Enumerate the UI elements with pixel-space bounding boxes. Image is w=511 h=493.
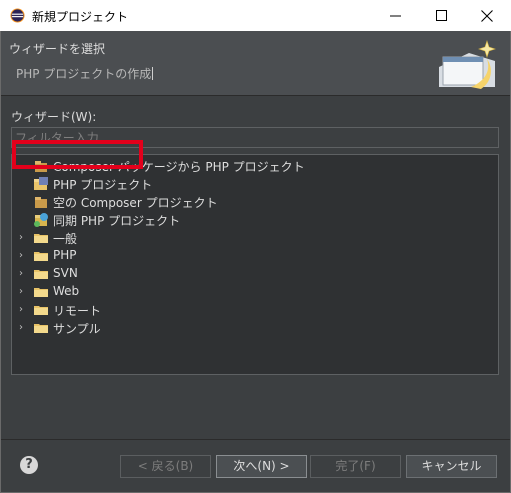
chevron-right-icon[interactable]: › (19, 268, 29, 280)
wizard-description: PHP プロジェクトの作成 (16, 65, 154, 82)
tree-item-label: PHP (53, 248, 77, 262)
composer-project-icon (35, 197, 47, 208)
tree-item-label: サンプル (53, 322, 101, 336)
next-button[interactable]: 次へ(N) > (216, 455, 307, 478)
wizard-banner-icon (439, 40, 496, 89)
wizard-description-text: PHP プロジェクトの作成 (16, 67, 152, 81)
tree-item-label: Web (53, 284, 80, 298)
chevron-right-icon[interactable]: › (19, 232, 29, 244)
minimize-button[interactable] (372, 0, 418, 31)
new-project-dialog: ウィザードを選択 PHP プロジェクトの作成 ウィザード(W): Compose… (0, 31, 511, 493)
footer-separator (1, 439, 510, 440)
tree-item-svn[interactable]: › SVN (12, 265, 498, 283)
help-button[interactable]: ? (20, 456, 38, 474)
chevron-right-icon[interactable]: › (19, 250, 29, 262)
tree-item-label: PHP プロジェクト (53, 178, 153, 192)
back-button[interactable]: < 戻る(B) (120, 455, 211, 478)
folder-icon (34, 252, 48, 261)
close-button[interactable] (464, 0, 510, 31)
chevron-right-icon[interactable]: › (19, 304, 29, 316)
folder-icon (34, 288, 48, 297)
wizard-title: ウィザードを選択 (9, 42, 106, 56)
maximize-button[interactable] (418, 0, 464, 31)
minimize-icon (389, 15, 401, 17)
highlight-annotation (12, 140, 143, 169)
tree-item-samples[interactable]: › サンプル (12, 319, 498, 337)
tree-item-label: リモート (53, 304, 102, 318)
tree-item-php[interactable]: › PHP (12, 247, 498, 265)
window-title: 新規プロジェクト (32, 10, 129, 24)
folder-icon (34, 324, 48, 333)
tree-item-general[interactable]: › 一般 (12, 229, 498, 247)
tree-item-label: 空の Composer プロジェクト (53, 196, 218, 210)
tree-item-php-project[interactable]: PHP プロジェクト (12, 175, 498, 193)
chevron-right-icon[interactable]: › (19, 322, 29, 334)
finish-button[interactable]: 完了(F) (310, 455, 401, 478)
tree-item-remote[interactable]: › リモート (12, 301, 498, 319)
tree-item-label: SVN (53, 266, 78, 280)
text-caret (152, 67, 154, 80)
eclipse-app-icon (10, 8, 25, 23)
tree-item-label: 一般 (53, 232, 78, 246)
wizard-tree[interactable]: Composer パッケージから PHP プロジェクト PHP プロジェクト 空… (11, 154, 499, 375)
folder-icon (34, 270, 48, 279)
cancel-button[interactable]: キャンセル (406, 455, 497, 478)
folder-icon (34, 306, 48, 315)
chevron-right-icon[interactable]: › (19, 286, 29, 298)
tree-item-web[interactable]: › Web (12, 283, 498, 301)
tree-item-empty-composer-project[interactable]: 空の Composer プロジェクト (12, 193, 498, 211)
folder-icon (34, 234, 48, 243)
wizard-header: ウィザードを選択 PHP プロジェクトの作成 (1, 31, 510, 95)
header-separator (1, 95, 510, 96)
close-icon (481, 9, 493, 22)
maximize-icon (435, 10, 447, 21)
tree-item-sync-php-project[interactable]: 同期 PHP プロジェクト (12, 211, 498, 229)
tree-item-label: 同期 PHP プロジェクト (53, 214, 181, 228)
title-bar: 新規プロジェクト (0, 0, 511, 31)
wizard-list-label: ウィザード(W): (11, 110, 97, 124)
sync-project-icon (34, 213, 48, 227)
php-project-icon (34, 177, 48, 190)
